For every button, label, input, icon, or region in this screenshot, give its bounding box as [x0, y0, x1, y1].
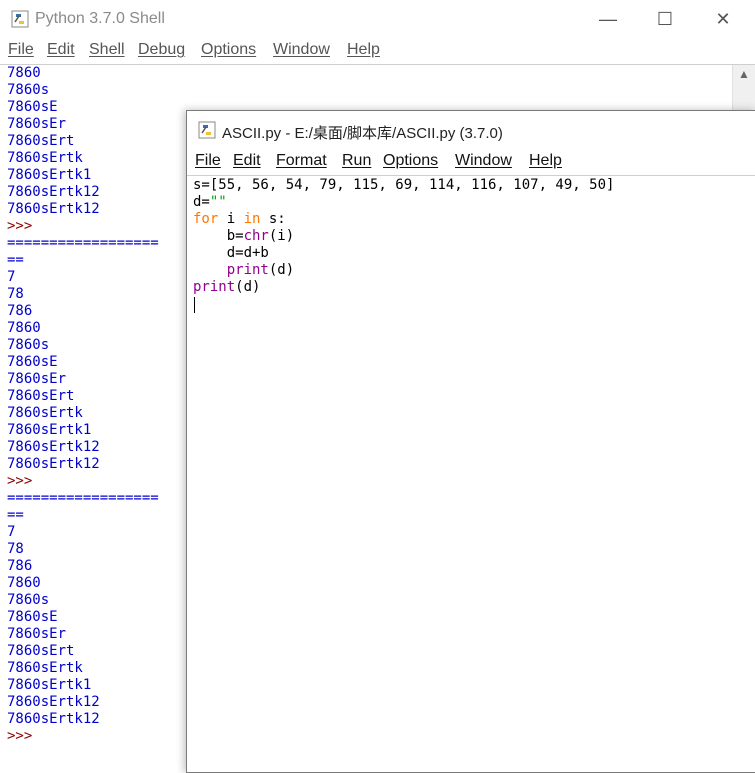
editor-title: ASCII.py - E:/桌面/脚本库/ASCII.py (3.7.0) — [222, 125, 503, 142]
code-line-7: print(d) — [193, 279, 261, 295]
code-line-1: s=[55, 56, 54, 79, 115, 69, 114, 116, 10… — [193, 177, 615, 193]
maximize-button[interactable]: ☐ — [652, 6, 678, 32]
shell-output-line: 7860sE — [7, 354, 58, 370]
menu-format[interactable]: Format — [276, 152, 327, 170]
shell-output-line: 7 — [7, 269, 16, 285]
text-cursor — [194, 297, 195, 313]
shell-output[interactable]: 7860 7860s 7860sE 7860sEr 7860sErt 7860sErtk 7… — [7, 65, 207, 765]
code-editor[interactable]: s=[55, 56, 54, 79, 115, 69, 114, 116, 10… — [193, 177, 748, 767]
shell-output-line: 7860sErtk1 — [7, 422, 92, 438]
shell-output-line: 7860sE — [7, 99, 58, 115]
shell-output-line: ================== — [7, 490, 159, 506]
shell-output-line: 7860s — [7, 82, 50, 98]
shell-output-line: 7 — [7, 524, 16, 540]
shell-output-line: 7860sErtk — [7, 660, 83, 676]
menu-help[interactable]: Help — [347, 41, 380, 59]
menu-file[interactable]: File — [195, 152, 221, 170]
shell-output-line: 7860sEr — [7, 371, 67, 387]
code-line-6: print(d) — [226, 262, 295, 278]
shell-output-line: 7860sErtk12 — [7, 439, 100, 455]
shell-output-line: ================== — [7, 235, 159, 251]
code-line-2: d="" — [193, 194, 227, 210]
string-literal: "" — [209, 194, 227, 210]
shell-output-line: 7860s — [7, 592, 50, 608]
menu-help[interactable]: Help — [529, 152, 562, 170]
shell-output-line: 7860 — [7, 65, 41, 81]
shell-output-line: == — [7, 252, 24, 268]
builtin-print: print — [193, 279, 236, 295]
shell-output-line: 7860 — [7, 320, 41, 336]
shell-output-line: 786 — [7, 303, 33, 319]
python-icon — [11, 10, 29, 28]
shell-output-line: 7860sEr — [7, 626, 67, 642]
menu-options[interactable]: Options — [383, 152, 438, 170]
menu-window[interactable]: Window — [273, 41, 330, 59]
editor-menubar: File Edit Format Run Options Window Help — [187, 149, 755, 176]
shell-output-line: 78 — [7, 286, 24, 302]
shell-output-line: 7860sErtk12 — [7, 456, 100, 472]
shell-output-line: 7860s — [7, 337, 50, 353]
keyword-for: for — [193, 211, 219, 227]
menu-edit[interactable]: Edit — [47, 41, 75, 59]
shell-output-line: 7860sErt — [7, 643, 75, 659]
shell-output-line: >>> — [7, 218, 33, 234]
menu-window[interactable]: Window — [455, 152, 512, 170]
menu-options[interactable]: Options — [201, 41, 256, 59]
shell-output-line: 7860sErt — [7, 388, 75, 404]
builtin-chr: chr — [243, 228, 269, 244]
shell-output-line: 786 — [7, 558, 33, 574]
code-line-4: b=chr(i) — [193, 228, 295, 244]
shell-output-line: 7860sErtk12 — [7, 201, 100, 217]
shell-title: Python 3.7.0 Shell — [35, 10, 165, 27]
menu-run[interactable]: Run — [342, 152, 371, 170]
shell-output-line: 7860sErtk12 — [7, 694, 100, 710]
shell-output-line: 7860sErt — [7, 133, 75, 149]
code-line-3: for i in s: — [193, 211, 286, 227]
shell-output-line: 7860sEr — [7, 116, 67, 132]
shell-menubar: File Edit Shell Debug Options Window Hel… — [0, 38, 755, 65]
menu-debug[interactable]: Debug — [138, 41, 185, 59]
shell-titlebar[interactable]: Python 3.7.0 Shell — ☐ ✕ — [0, 0, 755, 38]
keyword-in: in — [243, 211, 261, 227]
menu-shell[interactable]: Shell — [89, 41, 125, 59]
shell-output-line: 7860sErtk1 — [7, 167, 92, 183]
shell-output-line: 7860sErtk1 — [7, 677, 92, 693]
shell-output-line: >>> — [7, 728, 33, 744]
code-line-5: d=d+b — [193, 245, 269, 261]
close-button[interactable]: ✕ — [710, 6, 736, 32]
python-file-icon — [198, 121, 216, 139]
scroll-up-icon[interactable]: ▲ — [738, 67, 750, 81]
menu-edit[interactable]: Edit — [233, 152, 261, 170]
shell-output-line: 7860sErtk12 — [7, 711, 100, 727]
builtin-print: print — [226, 262, 269, 278]
shell-output-line: 7860sErtk12 — [7, 184, 100, 200]
menu-file[interactable]: File — [8, 41, 34, 59]
shell-output-line: >>> — [7, 473, 33, 489]
shell-output-line: 7860sE — [7, 609, 58, 625]
shell-output-line: 78 — [7, 541, 24, 557]
shell-output-line: 7860 — [7, 575, 41, 591]
editor-window: ASCII.py - E:/桌面/脚本库/ASCII.py (3.7.0) Fi… — [186, 110, 755, 773]
shell-output-line: 7860sErtk — [7, 150, 83, 166]
shell-output-line: == — [7, 507, 24, 523]
minimize-button[interactable]: — — [595, 6, 621, 32]
shell-output-line: 7860sErtk — [7, 405, 83, 421]
editor-titlebar[interactable]: ASCII.py - E:/桌面/脚本库/ASCII.py (3.7.0) — [187, 111, 755, 149]
